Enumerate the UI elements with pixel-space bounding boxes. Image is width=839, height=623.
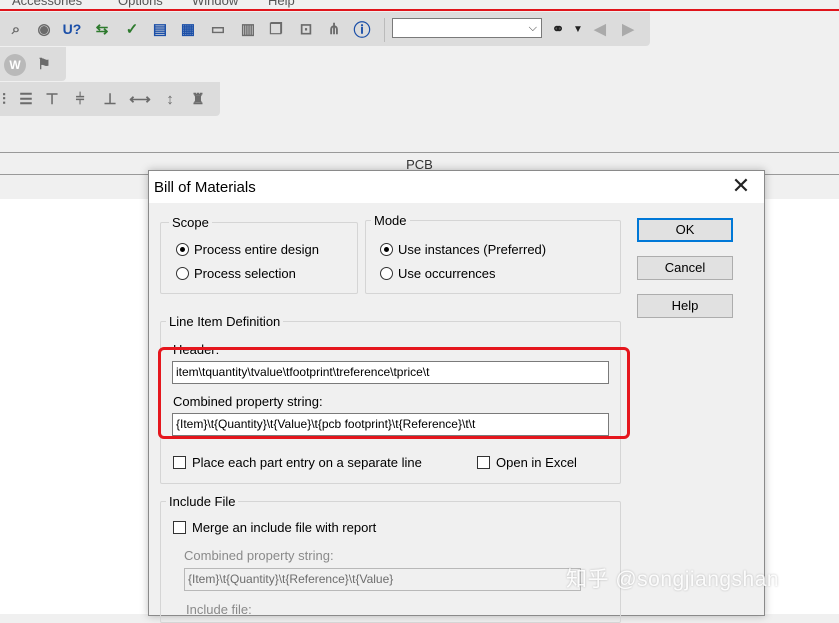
check-icon[interactable]: ✓ xyxy=(122,19,142,39)
toolbar-row-1: ⌕ ◉ U? ⇆ ✓ ▤ ▦ ▭ ▥ ❐ ⊡ ⋔ ⓘ ⌵ ⚭ ▼ ◀ ▶ xyxy=(0,12,650,46)
zoom-icon[interactable]: ⌕ xyxy=(6,19,26,39)
combined-property-label: Combined property string: xyxy=(173,394,323,409)
scope-legend: Scope xyxy=(169,215,212,230)
search-combo[interactable]: ⌵ xyxy=(392,18,542,38)
tree-icon[interactable]: ⋔ xyxy=(324,19,344,39)
scope-selection-radio[interactable] xyxy=(176,267,189,280)
align-middle-icon[interactable]: ⫩ xyxy=(70,89,90,109)
boxes-icon[interactable]: ▥ xyxy=(238,19,258,39)
open-in-excel-label[interactable]: Open in Excel xyxy=(496,455,577,470)
toolbar-separator xyxy=(384,18,385,42)
scope-entire-radio[interactable] xyxy=(176,243,189,256)
mode-legend: Mode xyxy=(371,213,410,228)
toolbar-row-2: W ⚑ xyxy=(0,47,66,81)
grid-icon[interactable]: ▦ xyxy=(178,19,198,39)
previous-icon[interactable]: ◀ xyxy=(590,19,610,39)
dialog-titlebar[interactable]: Bill of Materials ✕ xyxy=(149,171,764,203)
close-icon[interactable]: ✕ xyxy=(730,175,752,197)
align-center-icon[interactable]: ⊤ xyxy=(42,89,62,109)
page-icon[interactable]: ▤ xyxy=(150,19,170,39)
help-icon[interactable]: ⓘ xyxy=(352,18,372,40)
copy-icon[interactable]: ❐ xyxy=(266,19,286,39)
align-vertical-icon[interactable]: ↕ xyxy=(160,89,180,109)
help-button[interactable]: Help xyxy=(637,294,733,318)
dropdown-arrow-icon[interactable]: ▼ xyxy=(568,19,588,39)
flag-icon[interactable]: ⚑ xyxy=(34,54,54,74)
ok-button[interactable]: OK xyxy=(637,218,733,242)
w-icon[interactable]: W xyxy=(4,54,26,76)
u-question-icon[interactable]: U? xyxy=(62,19,82,39)
cancel-button[interactable]: Cancel xyxy=(637,256,733,280)
menu-bar: Accessories Options Window Help xyxy=(0,0,839,11)
mode-occurrences-label[interactable]: Use occurrences xyxy=(398,266,496,281)
align-left-icon[interactable]: ⫶ xyxy=(0,89,14,109)
stamp-icon[interactable]: ♜ xyxy=(188,89,208,109)
merge-include-checkbox[interactable] xyxy=(173,521,186,534)
annotate-icon[interactable]: ⇆ xyxy=(92,19,112,39)
next-icon[interactable]: ▶ xyxy=(618,19,638,39)
bill-of-materials-dialog: Bill of Materials ✕ Scope Process entire… xyxy=(148,170,765,623)
include-combined-input[interactable]: {Item}\t{Quantity}\t{Reference}\t{Value} xyxy=(184,568,581,591)
scope-selection-label[interactable]: Process selection xyxy=(194,266,296,281)
include-file-label: Include file: xyxy=(186,602,252,617)
merge-include-label[interactable]: Merge an include file with report xyxy=(192,520,376,535)
separate-line-label[interactable]: Place each part entry on a separate line xyxy=(192,455,422,470)
document-icon[interactable]: ▭ xyxy=(208,19,228,39)
menu-help[interactable]: Help xyxy=(268,0,295,8)
eye-icon[interactable]: ◉ xyxy=(34,19,54,39)
mode-instances-label[interactable]: Use instances (Preferred) xyxy=(398,242,546,257)
include-combined-label: Combined property string: xyxy=(184,548,334,563)
line-item-legend: Line Item Definition xyxy=(166,314,284,329)
mode-occurrences-radio[interactable] xyxy=(380,267,393,280)
scope-entire-label[interactable]: Process entire design xyxy=(194,242,319,257)
menu-window[interactable]: Window xyxy=(192,0,238,8)
watermark-text: 知乎 @songjiangshan xyxy=(566,568,780,591)
scope-group: Scope Process entire design Process sele… xyxy=(160,215,358,294)
hierarchy-icon[interactable]: ⊡ xyxy=(296,19,316,39)
toolbar-row-3: ⫶ ☰ ⊤ ⫩ ⊥ ⟷ ↕ ♜ xyxy=(0,82,220,116)
align-top-icon[interactable]: ☰ xyxy=(16,89,36,109)
menu-options[interactable]: Options xyxy=(118,0,163,8)
combined-property-input[interactable]: {Item}\t{Quantity}\t{Value}\t{pcb footpr… xyxy=(172,413,609,436)
include-file-legend: Include File xyxy=(166,494,239,509)
distribute-icon[interactable]: ⟷ xyxy=(129,89,151,109)
open-in-excel-checkbox[interactable] xyxy=(477,456,490,469)
header-label: Header: xyxy=(173,342,220,357)
line-item-group: Line Item Definition Header: item\tquant… xyxy=(160,314,621,484)
menu-accessories[interactable]: Accessories xyxy=(12,0,82,8)
mode-group: Mode Use instances (Preferred) Use occur… xyxy=(365,213,621,294)
separate-line-checkbox[interactable] xyxy=(173,456,186,469)
dialog-title: Bill of Materials xyxy=(154,179,256,196)
chevron-down-icon[interactable]: ⌵ xyxy=(529,22,537,35)
header-input[interactable]: item\tquantity\tvalue\tfootprint\trefere… xyxy=(172,361,609,384)
mode-instances-radio[interactable] xyxy=(380,243,393,256)
binoculars-icon[interactable]: ⚭ xyxy=(548,19,568,39)
include-file-group: Include File Merge an include file with … xyxy=(160,494,621,623)
align-bottom-icon[interactable]: ⊥ xyxy=(100,89,120,109)
